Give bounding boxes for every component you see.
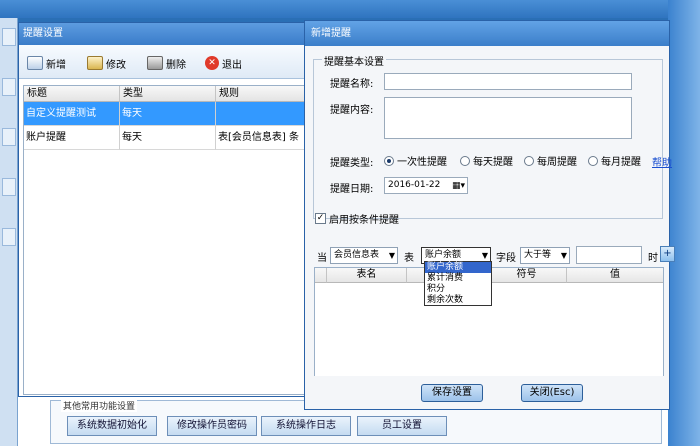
sidebar-tab[interactable] bbox=[2, 28, 16, 46]
edit-button[interactable]: 修改 bbox=[87, 53, 126, 73]
edit-icon bbox=[87, 56, 103, 70]
toolbar: 新增 修改 删除 ✕ 退出 bbox=[19, 45, 317, 79]
time-label: 时 bbox=[648, 253, 658, 264]
date-label: 提醒日期: bbox=[330, 184, 374, 195]
type-label: 提醒类型: bbox=[330, 158, 374, 169]
add-icon bbox=[27, 56, 43, 70]
condition-checkbox[interactable]: ✓ 启用按条件提醒 bbox=[315, 211, 399, 226]
close-button[interactable]: 关闭(Esc) bbox=[521, 384, 583, 402]
name-label: 提醒名称: bbox=[330, 79, 374, 90]
operator-select[interactable]: 大于等 ▼ bbox=[520, 247, 570, 264]
column-header[interactable]: 类型 bbox=[120, 86, 216, 102]
window-title: 提醒设置 bbox=[19, 23, 317, 45]
value-input[interactable] bbox=[576, 246, 642, 264]
radio-once[interactable]: 一次性提醒 bbox=[384, 153, 447, 168]
delete-icon bbox=[147, 56, 163, 70]
cell-rule bbox=[216, 102, 312, 126]
name-input[interactable] bbox=[384, 73, 632, 90]
column-header-spacer bbox=[315, 268, 327, 283]
calendar-icon[interactable]: ▦▾ bbox=[452, 179, 465, 193]
basic-settings-group: 提醒基本设置 提醒名称: 提醒内容: 提醒类型: 一次性提醒 每天提醒 每周提醒… bbox=[313, 53, 672, 219]
delete-label: 删除 bbox=[166, 59, 186, 71]
radio-label: 每月提醒 bbox=[601, 157, 641, 168]
save-settings-button[interactable]: 保存设置 bbox=[421, 384, 483, 402]
exit-label: 退出 bbox=[222, 59, 242, 71]
system-log-button[interactable]: 系统操作日志 bbox=[261, 416, 351, 436]
radio-dot bbox=[588, 155, 598, 166]
edit-label: 修改 bbox=[106, 59, 126, 71]
radio-monthly[interactable]: 每月提醒 bbox=[588, 153, 641, 168]
cell-title: 自定义提醒测试 bbox=[24, 102, 120, 126]
dropdown-option[interactable]: 剩余次数 bbox=[425, 295, 491, 306]
sidebar-tab[interactable] bbox=[2, 178, 16, 196]
plus-icon: + bbox=[663, 248, 672, 259]
date-picker[interactable]: 2016-01-22 ▦▾ bbox=[384, 177, 468, 194]
dropdown-option[interactable]: 累计消费 bbox=[425, 273, 491, 284]
reminder-settings-window: 提醒设置 新增 修改 删除 ✕ 退出 标题 类型 规则 自定义提醒测试 每天 账… bbox=[18, 22, 318, 397]
radio-dot bbox=[460, 155, 470, 166]
operator-value: 大于等 bbox=[524, 250, 552, 260]
cell-type: 每天 bbox=[120, 102, 216, 126]
radio-label: 每天提醒 bbox=[473, 157, 513, 168]
radio-label: 一次性提醒 bbox=[397, 157, 447, 168]
column-header[interactable]: 表名 bbox=[327, 268, 407, 283]
app-title-bar bbox=[0, 0, 700, 18]
help-link[interactable]: 帮助 bbox=[652, 154, 672, 169]
cell-rule: 表[会员信息表] 条 bbox=[216, 126, 312, 150]
checkbox-icon: ✓ bbox=[315, 213, 326, 224]
table-select-value: 会员信息表 bbox=[334, 250, 380, 260]
field-dropdown-list: 账户余额 累计消费 积分 剩余次数 bbox=[424, 261, 492, 306]
column-header[interactable]: 标题 bbox=[24, 86, 120, 102]
radio-weekly[interactable]: 每周提醒 bbox=[524, 153, 577, 168]
exit-button[interactable]: ✕ 退出 bbox=[205, 53, 242, 73]
radio-dot bbox=[384, 155, 394, 166]
radio-daily[interactable]: 每天提醒 bbox=[460, 153, 513, 168]
sidebar-tab[interactable] bbox=[2, 228, 16, 246]
checkbox-label: 启用按条件提醒 bbox=[329, 215, 399, 226]
dialog-title: 新增提醒 bbox=[305, 21, 669, 46]
cell-type: 每天 bbox=[120, 126, 216, 150]
column-header[interactable]: 规则 bbox=[216, 86, 314, 102]
content-textarea[interactable] bbox=[384, 97, 632, 139]
employee-settings-button[interactable]: 员工设置 bbox=[357, 416, 447, 436]
dropdown-option[interactable]: 账户余额 bbox=[425, 262, 491, 273]
radio-label: 每周提醒 bbox=[537, 157, 577, 168]
radio-dot bbox=[524, 155, 534, 166]
new-reminder-dialog: 新增提醒 提醒基本设置 提醒名称: 提醒内容: 提醒类型: 一次性提醒 每天提醒… bbox=[304, 20, 675, 410]
sidebar-tab[interactable] bbox=[2, 128, 16, 146]
sidebar-tab[interactable] bbox=[2, 78, 16, 96]
chevron-down-icon: ▼ bbox=[560, 251, 567, 260]
date-value: 2016-01-22 bbox=[388, 180, 441, 190]
add-label: 新增 bbox=[46, 59, 66, 71]
when-label: 当 bbox=[317, 253, 327, 264]
reminder-table: 标题 类型 规则 自定义提醒测试 每天 账户提醒 每天 表[会员信息表] 条 bbox=[23, 85, 314, 395]
table-select[interactable]: 会员信息表 ▼ bbox=[330, 247, 398, 264]
system-data-init-button[interactable]: 系统数据初始化 bbox=[67, 416, 157, 436]
add-button[interactable]: 新增 bbox=[27, 53, 66, 73]
chevron-down-icon: ▼ bbox=[388, 251, 395, 260]
add-condition-button[interactable]: + bbox=[660, 246, 675, 262]
delete-button[interactable]: 删除 bbox=[147, 53, 186, 73]
dropdown-option[interactable]: 积分 bbox=[425, 284, 491, 295]
dialog-footer: 保存设置 关闭(Esc) bbox=[305, 376, 669, 409]
column-header[interactable]: 符号 bbox=[487, 268, 567, 283]
app-left-sidebar bbox=[0, 18, 18, 446]
group-title: 提醒基本设置 bbox=[322, 53, 386, 68]
column-header[interactable]: 值 bbox=[567, 268, 663, 283]
content-label: 提醒内容: bbox=[330, 105, 374, 116]
change-password-button[interactable]: 修改操作员密码 bbox=[167, 416, 257, 436]
cell-title: 账户提醒 bbox=[24, 126, 120, 150]
app-right-edge bbox=[668, 0, 700, 446]
exit-icon: ✕ bbox=[205, 56, 219, 70]
table-label: 表 bbox=[404, 253, 414, 264]
panel-title: 其他常用功能设置 bbox=[61, 399, 138, 412]
field-label: 字段 bbox=[496, 253, 516, 264]
field-select-value: 账户余额 bbox=[425, 250, 462, 260]
